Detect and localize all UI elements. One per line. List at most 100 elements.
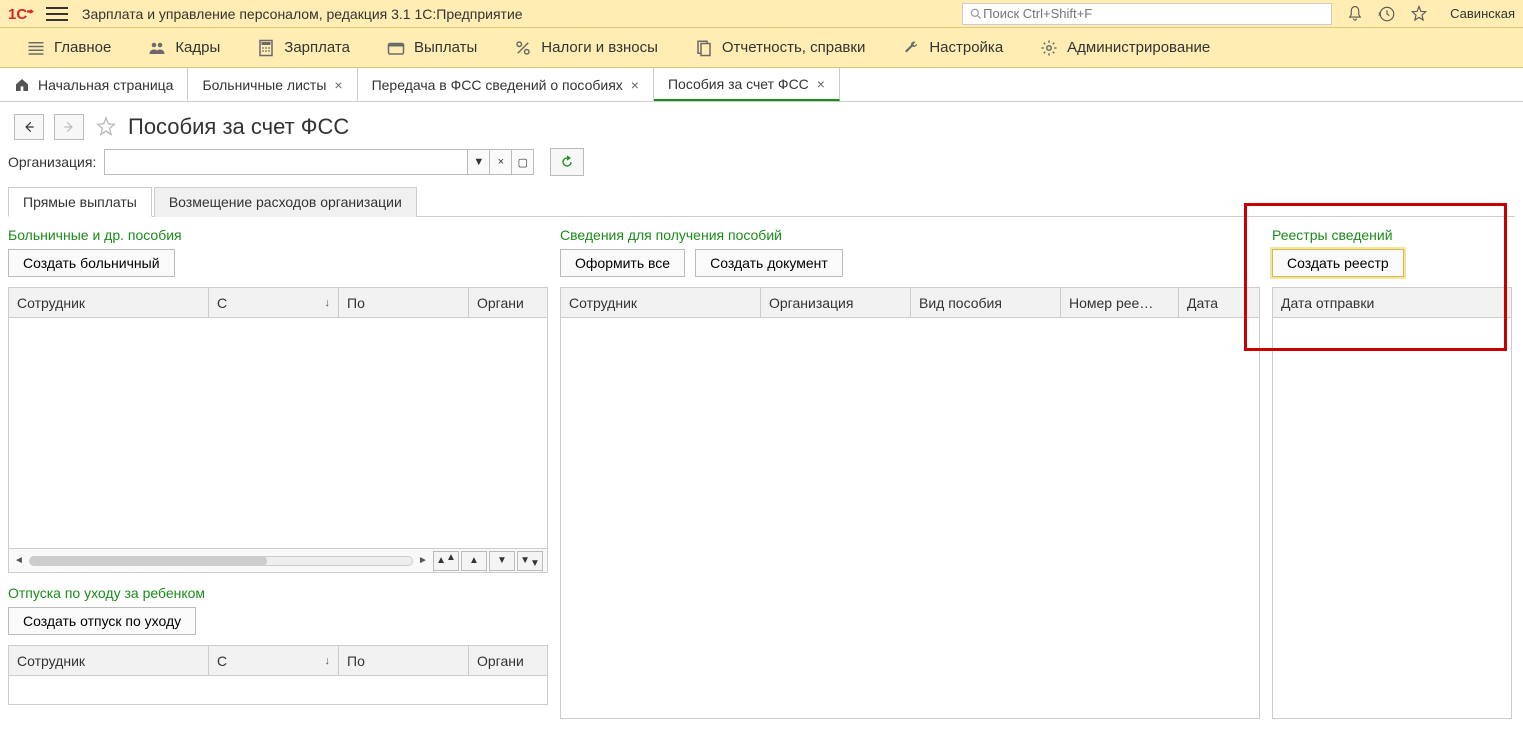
docs-icon	[694, 39, 714, 57]
page-header: Пособия за счет ФСС	[0, 102, 1523, 148]
scroll-right-icon[interactable]: ►	[417, 555, 429, 566]
col-from[interactable]: С↓	[209, 646, 339, 675]
menu-reports[interactable]: Отчетность, справки	[676, 28, 883, 67]
sort-icon: ↓	[325, 297, 331, 309]
nav-forward-button[interactable]	[54, 114, 84, 140]
refresh-icon	[559, 154, 575, 170]
arrow-left-icon	[22, 120, 36, 134]
page-first-button[interactable]: ▲▲	[433, 551, 459, 571]
page-last-button[interactable]: ▼▼	[517, 551, 543, 571]
calc-icon	[256, 39, 276, 57]
grid-header: Сотрудник С↓ По Органи	[9, 288, 547, 318]
page-down-button[interactable]: ▼	[489, 551, 515, 571]
create-doc-button[interactable]: Создать документ	[695, 249, 843, 277]
nav-back-button[interactable]	[14, 114, 44, 140]
col-employee[interactable]: Сотрудник	[9, 288, 209, 317]
main-menu: Главное Кадры Зарплата Выплаты Налоги и …	[0, 28, 1523, 68]
menu-hr[interactable]: Кадры	[129, 28, 238, 67]
panels: Больничные и др. пособия Создать больнич…	[0, 217, 1523, 727]
tab-fss-transfer[interactable]: Передача в ФСС сведений о пособиях ×	[358, 68, 654, 101]
col-benefit-type[interactable]: Вид пособия	[911, 288, 1061, 317]
logo-1c: 1С	[8, 4, 38, 24]
org-field[interactable]	[105, 155, 467, 170]
menu-payments[interactable]: Выплаты	[368, 28, 495, 67]
inner-tabs: Прямые выплаты Возмещение расходов орган…	[8, 186, 1515, 217]
search-input[interactable]	[983, 6, 1325, 21]
scroll-left-icon[interactable]: ◄	[13, 555, 25, 566]
col-employee[interactable]: Сотрудник	[561, 288, 761, 317]
clear-button[interactable]: ×	[489, 150, 511, 174]
scroll-thumb[interactable]	[30, 556, 267, 566]
bell-icon[interactable]	[1346, 5, 1364, 23]
svg-text:1С: 1С	[8, 6, 27, 23]
inner-tab-direct[interactable]: Прямые выплаты	[8, 187, 152, 217]
menu-taxes[interactable]: Налоги и взносы	[495, 28, 676, 67]
page-up-button[interactable]: ▲	[461, 551, 487, 571]
header-icons: Савинская	[1346, 5, 1515, 23]
sort-icon: ↓	[325, 655, 331, 667]
section-registry-title: Реестры сведений	[1272, 227, 1512, 243]
grid-body[interactable]	[9, 318, 547, 548]
close-icon[interactable]: ×	[631, 77, 639, 93]
menu-main[interactable]: Главное	[8, 28, 129, 67]
col-from[interactable]: С↓	[209, 288, 339, 317]
close-icon[interactable]: ×	[334, 77, 342, 93]
hscroll[interactable]: ◄ ►	[9, 555, 433, 566]
tab-sicklists[interactable]: Больничные листы ×	[188, 68, 357, 101]
grid-footer: ◄ ► ▲▲ ▲ ▼ ▼▼	[9, 548, 547, 572]
col-registry-num[interactable]: Номер рее…	[1061, 288, 1179, 317]
grid-registry: Дата отправки	[1272, 287, 1512, 719]
tab-home[interactable]: Начальная страница	[0, 68, 188, 101]
wrench-icon	[901, 39, 921, 57]
col-employee[interactable]: Сотрудник	[9, 646, 209, 675]
grid-body[interactable]	[1273, 318, 1511, 718]
history-icon[interactable]	[1378, 5, 1396, 23]
section-leave-title: Отпуска по уходу за ребенком	[8, 585, 548, 601]
grid-sicklists: Сотрудник С↓ По Органи ◄ ► ▲▲ ▲ ▼ ▼▼	[8, 287, 548, 573]
search-box[interactable]	[962, 3, 1332, 25]
star-icon[interactable]	[1410, 5, 1428, 23]
menu-settings[interactable]: Настройка	[883, 28, 1021, 67]
favorite-button[interactable]	[94, 115, 118, 139]
section-sicklist-title: Больничные и др. пособия	[8, 227, 548, 243]
section-info-title: Сведения для получения пособий	[560, 227, 1260, 243]
menu-salary[interactable]: Зарплата	[238, 28, 368, 67]
grid-body[interactable]	[9, 676, 547, 696]
search-icon	[969, 7, 983, 21]
org-label: Организация:	[8, 154, 96, 170]
app-header: 1С Зарплата и управление персоналом, ред…	[0, 0, 1523, 28]
col-date[interactable]: Дата	[1179, 288, 1239, 317]
col-org[interactable]: Органи	[469, 646, 547, 675]
user-name[interactable]: Савинская	[1450, 6, 1515, 21]
grid-header: Сотрудник Организация Вид пособия Номер …	[561, 288, 1259, 318]
org-input[interactable]: ▼ × ▢	[104, 149, 534, 175]
grid-header: Сотрудник С↓ По Органи	[9, 646, 547, 676]
panel-right: Реестры сведений Создать реестр Дата отп…	[1272, 227, 1512, 719]
create-sicklist-button[interactable]: Создать больничный	[8, 249, 175, 277]
scroll-track[interactable]	[29, 556, 413, 566]
create-leave-button[interactable]: Создать отпуск по уходу	[8, 607, 196, 635]
tabs-bar: Начальная страница Больничные листы × Пе…	[0, 68, 1523, 102]
close-icon[interactable]: ×	[817, 76, 825, 92]
inner-tab-reimburse[interactable]: Возмещение расходов организации	[154, 187, 417, 217]
refresh-button[interactable]	[550, 148, 584, 176]
tab-fss-benefits[interactable]: Пособия за счет ФСС ×	[654, 68, 840, 101]
panel-left: Больничные и др. пособия Создать больнич…	[8, 227, 548, 705]
filter-row: Организация: ▼ × ▢	[0, 148, 1523, 186]
create-registry-button[interactable]: Создать реестр	[1272, 249, 1404, 277]
arrow-right-icon	[62, 120, 76, 134]
grid-body[interactable]	[561, 318, 1259, 718]
menu-admin[interactable]: Администрирование	[1021, 28, 1228, 67]
open-button[interactable]: ▢	[511, 150, 533, 174]
grid-leave: Сотрудник С↓ По Органи	[8, 645, 548, 705]
menu-icon[interactable]	[46, 5, 68, 23]
star-icon	[95, 116, 117, 138]
app-title: Зарплата и управление персоналом, редакц…	[82, 6, 962, 22]
col-org[interactable]: Органи	[469, 288, 547, 317]
col-org[interactable]: Организация	[761, 288, 911, 317]
process-all-button[interactable]: Оформить все	[560, 249, 685, 277]
dropdown-button[interactable]: ▼	[467, 150, 489, 174]
col-to[interactable]: По	[339, 646, 469, 675]
col-to[interactable]: По	[339, 288, 469, 317]
col-send-date[interactable]: Дата отправки	[1273, 288, 1511, 317]
